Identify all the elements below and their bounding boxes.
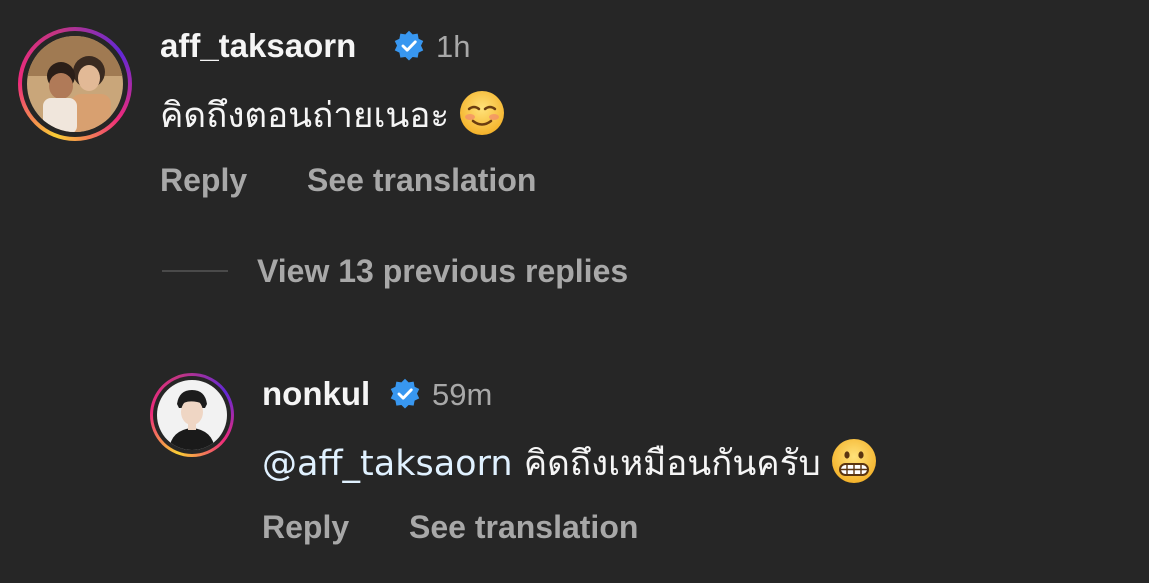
- timestamp: 59m: [432, 377, 493, 412]
- mention-link[interactable]: @aff_taksaorn: [262, 444, 513, 484]
- smiling-face-icon: [460, 91, 505, 135]
- grimacing-face-icon: [831, 439, 876, 483]
- comment-text-content: คิดถึงเหมือนกันครับ: [523, 444, 821, 484]
- comment-text: @aff_taksaorn คิดถึงเหมือนกันครับ: [262, 436, 877, 491]
- reply-button[interactable]: Reply: [262, 509, 349, 546]
- comment-text: คิดถึงตอนถ่ายเนอะ: [160, 88, 505, 143]
- comment-text-content: คิดถึงตอนถ่ายเนอะ: [160, 96, 450, 136]
- avatar-photo: [27, 36, 123, 132]
- verified-badge-icon: [394, 30, 424, 61]
- replies-divider: [162, 270, 228, 272]
- avatar[interactable]: [18, 27, 132, 141]
- reply-button[interactable]: Reply: [160, 162, 247, 199]
- avatar-photo: [157, 380, 227, 450]
- see-translation-button[interactable]: See translation: [409, 509, 638, 546]
- see-translation-button[interactable]: See translation: [307, 162, 536, 199]
- avatar[interactable]: [150, 373, 234, 457]
- username[interactable]: aff_taksaorn: [160, 27, 356, 65]
- verified-badge-icon: [390, 378, 420, 409]
- timestamp: 1h: [436, 29, 471, 64]
- username[interactable]: nonkul: [262, 375, 370, 413]
- view-previous-replies-button[interactable]: View 13 previous replies: [257, 253, 628, 290]
